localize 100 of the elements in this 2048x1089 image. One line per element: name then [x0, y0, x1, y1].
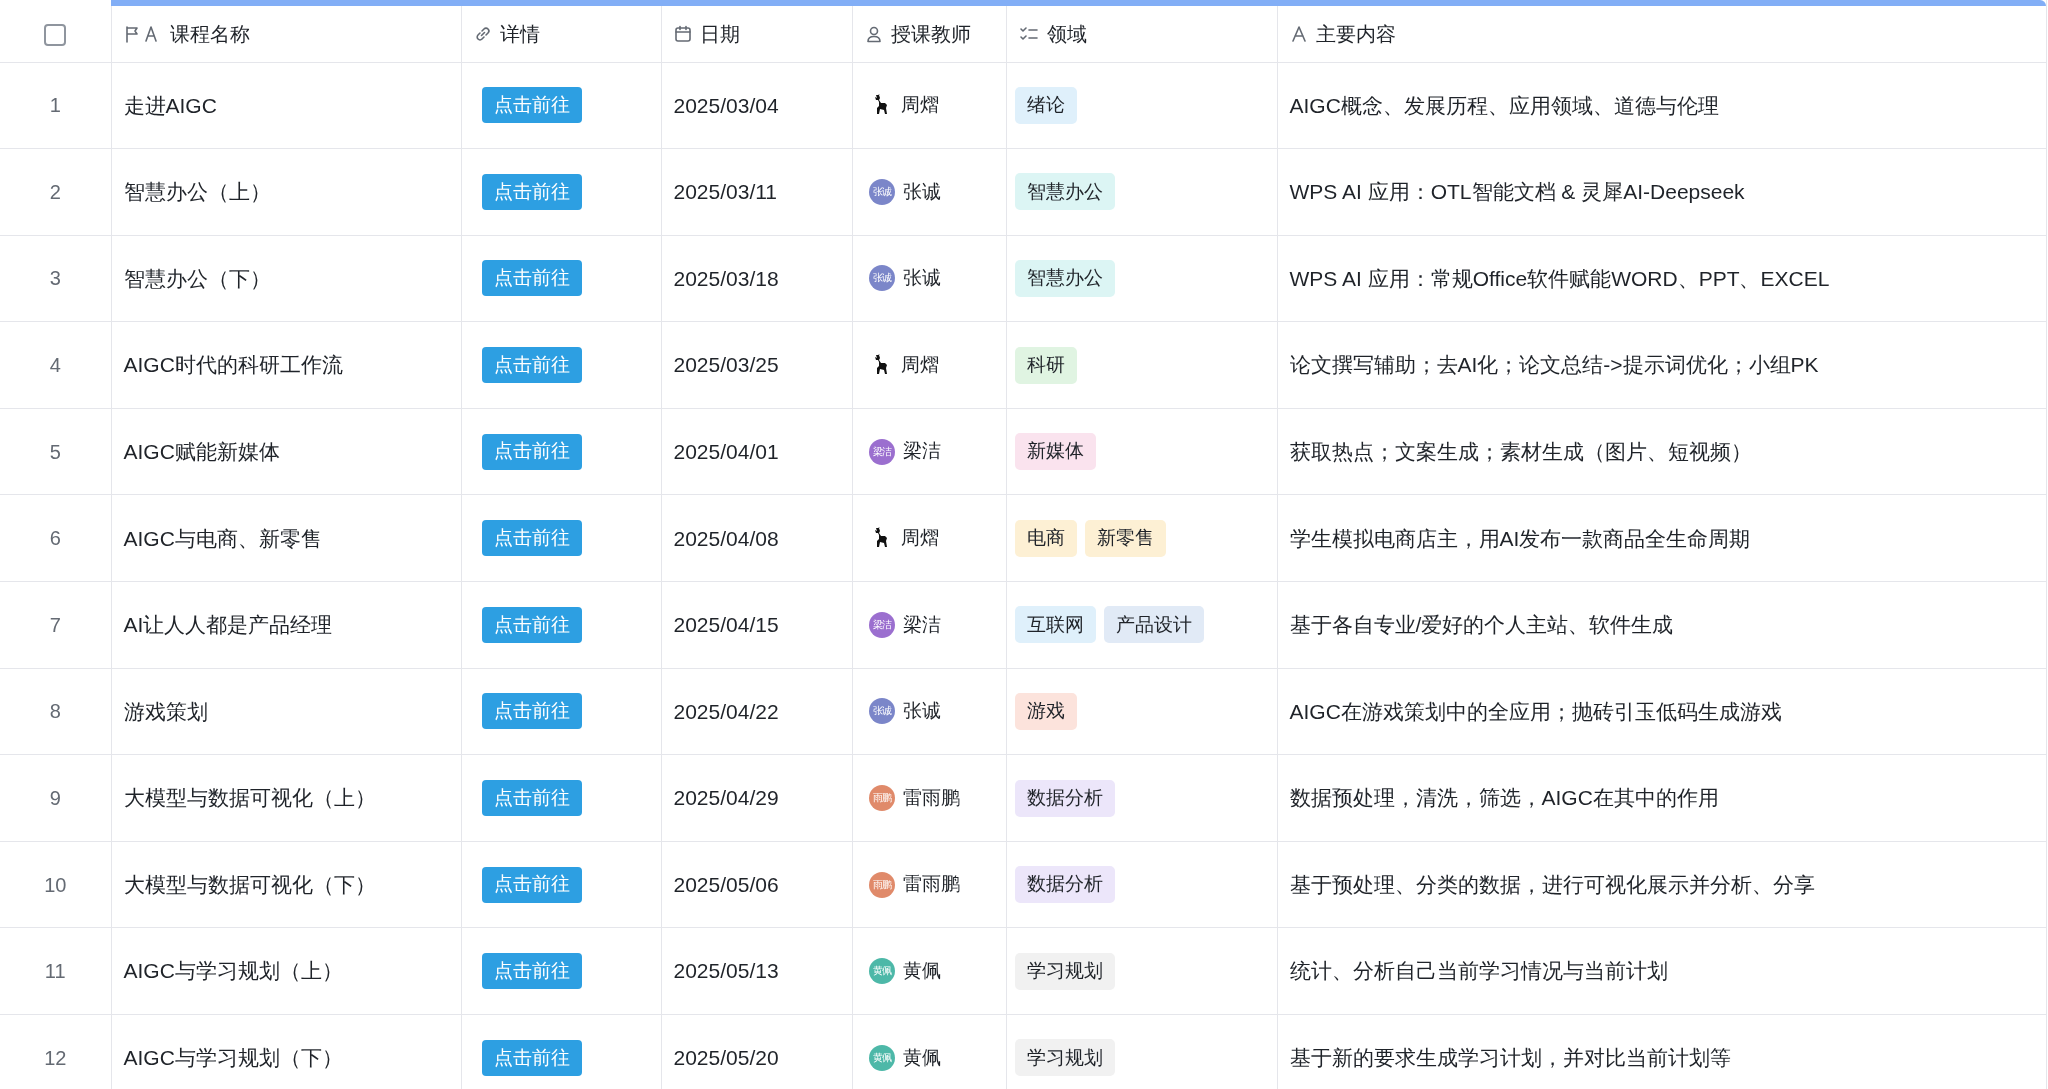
avatar: 雨鹏 [868, 871, 895, 898]
calendar-icon [673, 24, 692, 43]
go-button[interactable]: 点击前往 [481, 866, 582, 903]
teacher-name: 黄佩 [902, 959, 941, 983]
row-number: 7 [49, 613, 61, 636]
column-header[interactable]: 课程名称 [169, 18, 250, 49]
tag: 科研 [1014, 346, 1077, 384]
content-text: 获取热点；文案生成；素材生成（图片、短视频） [1289, 439, 1752, 463]
teacher-name: 周熠 [900, 526, 939, 550]
course-name: 智慧办公（上） [123, 180, 271, 204]
row-number: 6 [49, 527, 61, 550]
avatar: 张诚 [868, 698, 895, 725]
date-cell: 2025/03/18 [673, 266, 779, 290]
content-text: 基于预处理、分类的数据，进行可视化展示并分析、分享 [1289, 872, 1815, 896]
content-text: WPS AI 应用：OTL智能文档 & 灵犀AI-Deepseek [1289, 180, 1745, 204]
course-name: 大模型与数据可视化（上） [123, 786, 376, 810]
course-name: AIGC与学习规划（上） [123, 959, 343, 983]
course-name: 游戏策划 [123, 699, 208, 723]
teacher-name: 周熠 [900, 352, 939, 377]
go-button[interactable]: 点击前往 [481, 260, 582, 297]
date-cell: 2025/05/13 [673, 959, 779, 983]
tag: 智慧办公 [1014, 173, 1115, 211]
select-all-checkbox[interactable] [44, 23, 67, 46]
tag: 互联网 [1014, 606, 1096, 644]
checklist-icon [1018, 24, 1039, 43]
teacher-name: 雷雨鹏 [902, 785, 960, 810]
date-cell: 2025/03/04 [673, 93, 779, 117]
tag: 学习规划 [1014, 1039, 1115, 1077]
date-cell: 2025/04/29 [673, 786, 779, 810]
avatar: 黄佩 [868, 958, 895, 985]
go-button[interactable]: 点击前往 [481, 693, 582, 730]
date-cell: 2025/03/25 [673, 353, 779, 377]
avatar: 雨鹏 [868, 785, 895, 812]
row-number: 5 [49, 440, 61, 463]
go-button[interactable]: 点击前往 [481, 520, 582, 557]
tag: 新零售 [1084, 519, 1166, 557]
tag: 学习规划 [1014, 952, 1115, 990]
teacher-name: 雷雨鹏 [902, 872, 960, 897]
avatar: 张诚 [868, 265, 895, 292]
go-button[interactable]: 点击前往 [481, 1039, 582, 1076]
go-button[interactable]: 点击前往 [481, 780, 582, 817]
tag: 新媒体 [1014, 433, 1096, 471]
content-text: 数据预处理，清洗，筛选，AIGC在其中的作用 [1289, 786, 1719, 810]
row-number: 3 [49, 267, 61, 290]
content-text: WPS AI 应用：常规Office软件赋能WORD、PPT、EXCEL [1289, 266, 1830, 290]
column-header[interactable]: 授课教师 [890, 18, 971, 49]
teacher-name: 梁洁 [902, 439, 941, 464]
column-header[interactable]: 日期 [699, 18, 740, 49]
teacher-name: 黄佩 [902, 1045, 941, 1070]
go-button[interactable]: 点击前往 [481, 433, 582, 470]
avatar: 张诚 [868, 178, 895, 205]
date-cell: 2025/04/01 [673, 439, 779, 463]
go-button[interactable]: 点击前往 [481, 953, 582, 990]
row-number: 11 [44, 960, 66, 983]
column-header[interactable]: 领域 [1046, 18, 1087, 49]
tag: 电商 [1014, 519, 1077, 557]
content-text: 论文撰写辅助；去AI化；论文总结->提示词优化；小组PK [1289, 353, 1819, 377]
course-name: 大模型与数据可视化（下） [123, 872, 376, 896]
tag: 数据分析 [1014, 779, 1115, 817]
course-name: 走进AIGC [123, 93, 217, 117]
row-number: 4 [49, 354, 61, 377]
content-text: 学生模拟电商店主，用AI发布一款商品全生命周期 [1289, 526, 1751, 550]
date-cell: 2025/05/20 [673, 1046, 779, 1070]
teacher-name: 张诚 [902, 266, 941, 291]
row-number: 1 [49, 94, 61, 117]
teacher-name: 梁洁 [902, 612, 941, 637]
teacher-name: 张诚 [902, 179, 941, 204]
link-icon [473, 24, 492, 43]
course-name: AIGC赋能新媒体 [123, 439, 280, 463]
row-number: 12 [44, 1046, 67, 1069]
column-header[interactable]: 详情 [499, 18, 540, 49]
content-text: 基于新的要求生成学习计划，并对比当前计划等 [1289, 1046, 1731, 1070]
course-name: AIGC与学习规划（下） [123, 1046, 343, 1070]
go-button[interactable]: 点击前往 [481, 606, 582, 643]
text-type-icon [1289, 24, 1308, 43]
course-name: 智慧办公（下） [123, 266, 271, 290]
date-cell: 2025/04/08 [673, 526, 779, 550]
go-button[interactable]: 点击前往 [481, 87, 582, 124]
go-button[interactable]: 点击前往 [481, 347, 582, 384]
row-number: 9 [49, 787, 61, 810]
row-number: 10 [44, 873, 67, 896]
go-button[interactable]: 点击前往 [481, 173, 582, 210]
content-text: 基于各自专业/爱好的个人主站、软件生成 [1289, 613, 1674, 637]
content-text: AIGC在游戏策划中的全应用；抛砖引玉低码生成游戏 [1289, 699, 1782, 723]
course-name: AI让人人都是产品经理 [123, 613, 333, 637]
tag: 数据分析 [1014, 866, 1115, 904]
date-cell: 2025/05/06 [673, 872, 779, 896]
tag: 产品设计 [1103, 606, 1204, 644]
avatar: 梁洁 [868, 438, 895, 465]
column-header[interactable]: 主要内容 [1315, 18, 1396, 49]
course-name: AIGC时代的科研工作流 [123, 353, 343, 377]
date-cell: 2025/03/11 [673, 180, 778, 204]
avatar: 梁洁 [868, 611, 895, 638]
teacher-name: 张诚 [902, 699, 941, 724]
row-number: 2 [49, 180, 61, 203]
tag: 绪论 [1014, 86, 1077, 124]
tag: 智慧办公 [1014, 260, 1115, 297]
avatar: 黄佩 [868, 1044, 895, 1071]
content-text: AIGC概念、发展历程、应用领域、道德与伦理 [1289, 93, 1719, 117]
row-number: 8 [49, 700, 61, 723]
